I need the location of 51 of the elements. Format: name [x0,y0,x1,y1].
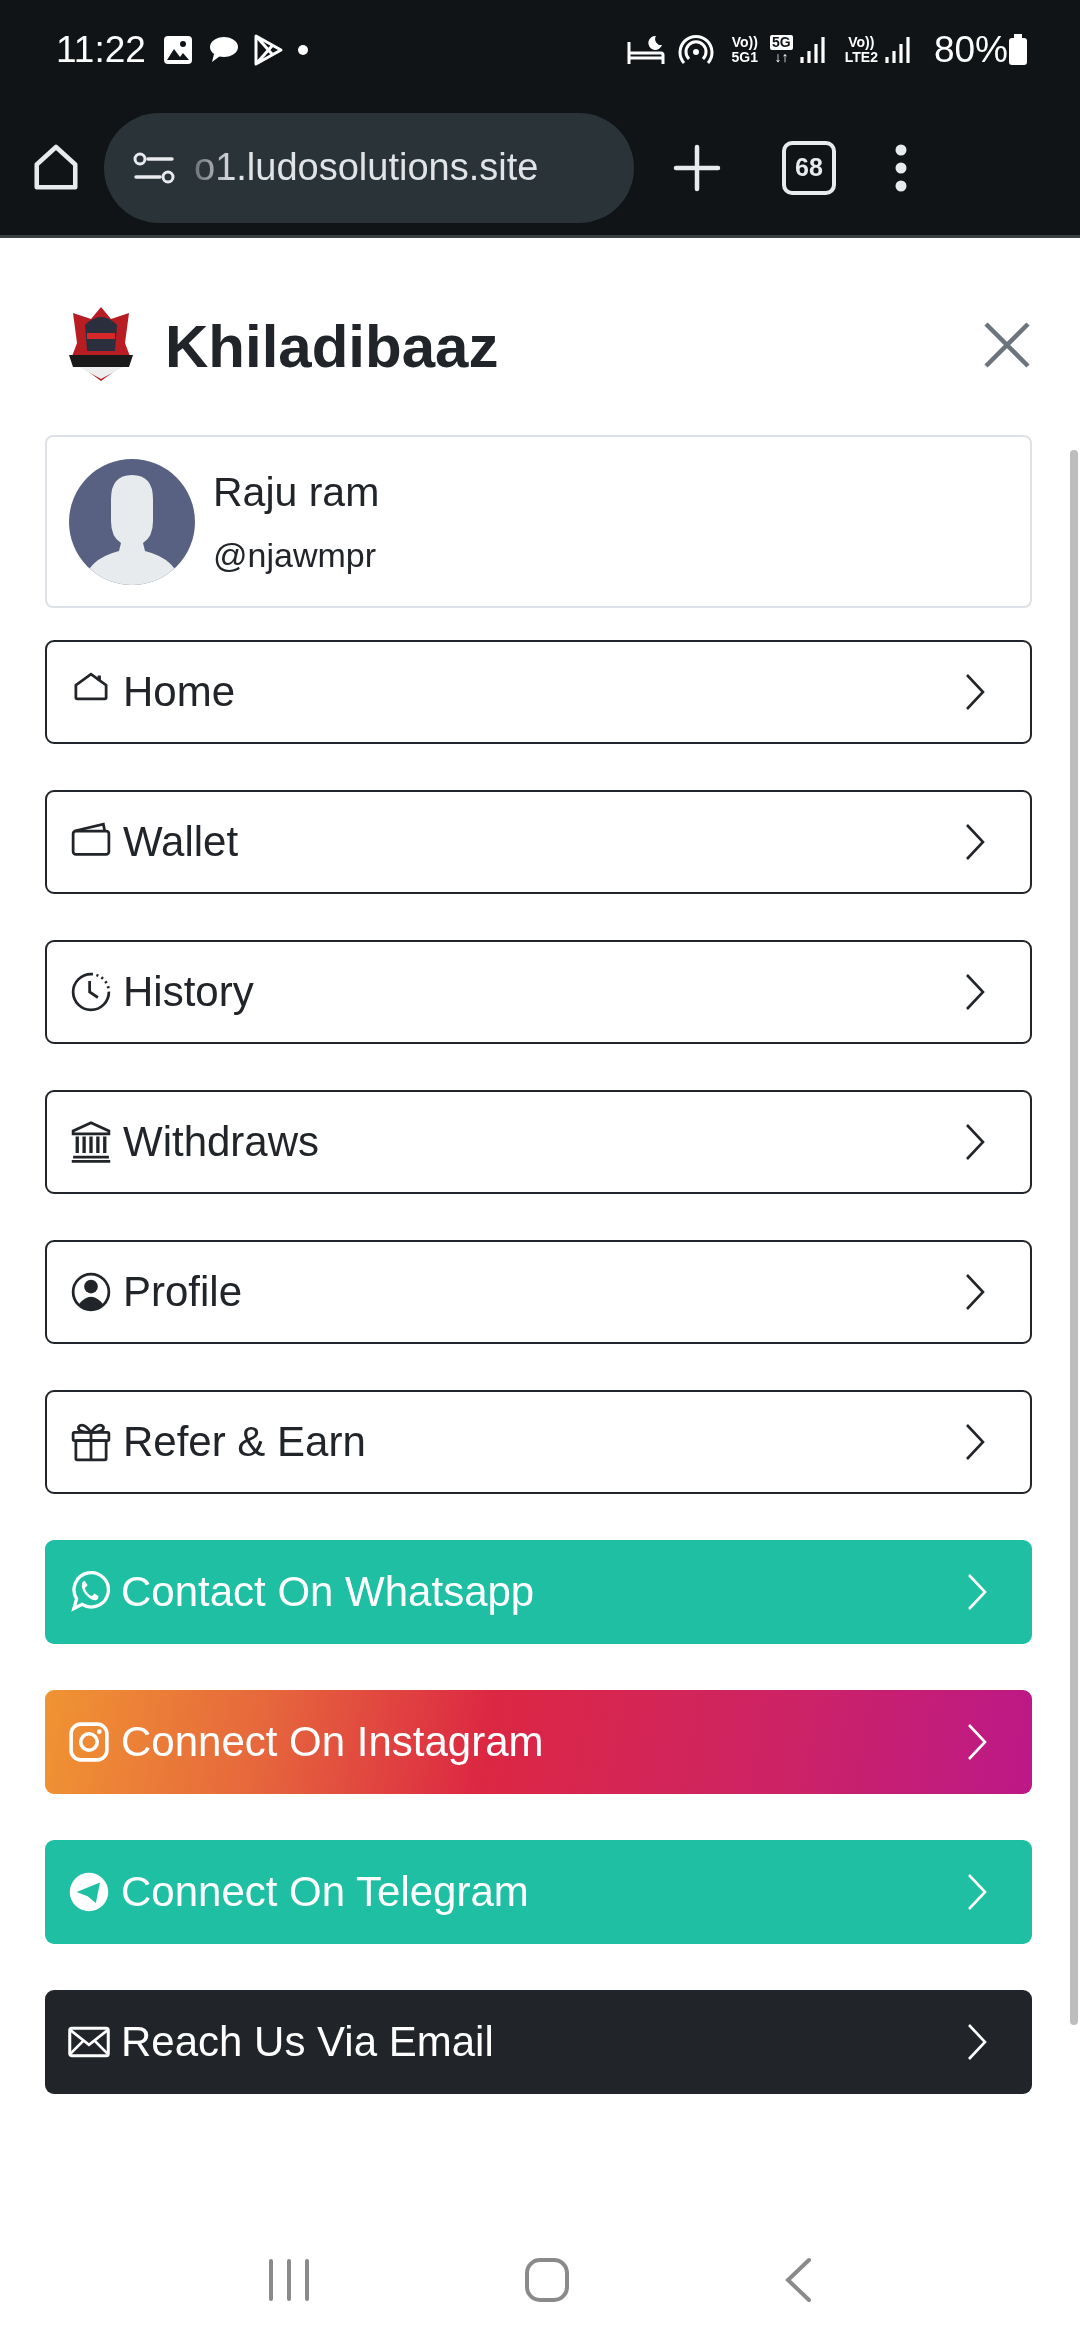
user-circle-icon [69,1270,113,1314]
network-label: Vo)) [848,35,875,50]
image-icon [161,34,194,66]
telegram-icon [67,1870,111,1914]
menu-item[interactable]: Home [45,640,1032,744]
more-icon[interactable] [894,143,908,192]
user-name: Raju ram [213,468,380,516]
menu-item[interactable]: Profile [45,1240,1032,1344]
network-label: Vo)) [731,35,758,50]
address-bar[interactable]: o1.ludosolutions.site [104,112,634,223]
instagram-icon [67,1720,111,1764]
network-label: LTE2 [844,50,878,65]
menu-item[interactable]: Refer & Earn [45,1390,1032,1494]
user-handle: @njawmpr [213,535,377,575]
menu-item[interactable]: Reach Us Via Email [45,1990,1032,2094]
menu-item[interactable]: Wallet [45,790,1032,894]
plus-icon[interactable] [672,142,722,193]
battery-percent: 80% [933,29,1008,71]
chevron-right-icon [964,1422,986,1462]
clock-time: 11:22 [56,29,146,71]
chevron-right-icon [964,672,986,712]
battery-icon [1008,34,1028,66]
chevron-right-icon [964,822,986,862]
app-title: Khiladibaaz [165,312,500,381]
chevron-right-icon [964,1272,986,1312]
hotspot-icon [677,34,714,66]
chevron-right-icon [966,2022,988,2062]
chevron-right-icon [966,1722,988,1762]
chevron-right-icon [964,1122,986,1162]
network-label: 5G1 [731,50,759,65]
bank-icon [69,1120,113,1164]
chevron-right-icon [964,972,986,1012]
chevron-right-icon [966,1872,988,1912]
network-label: ↓↑ [774,50,789,65]
menu-item[interactable]: History [45,940,1032,1044]
network-label: 5G [770,35,793,50]
signal-icon [883,35,912,65]
clock-icon [69,970,113,1014]
home-button-icon[interactable] [524,2257,570,2303]
close-icon[interactable] [982,320,1032,370]
bed-icon [625,34,666,66]
signal-icon [798,35,827,65]
back-icon[interactable] [783,2257,814,2303]
dot-icon [295,43,310,57]
chevron-right-icon [966,1572,988,1612]
recent-apps-icon[interactable] [266,2258,311,2302]
menu-item[interactable]: Withdraws [45,1090,1032,1194]
url-text: o1.ludosolutions.site [194,146,539,189]
menu-item[interactable]: Connect On Instagram [45,1690,1032,1794]
scrollbar[interactable] [1070,450,1078,2025]
tab-count[interactable]: 68 [782,140,836,195]
